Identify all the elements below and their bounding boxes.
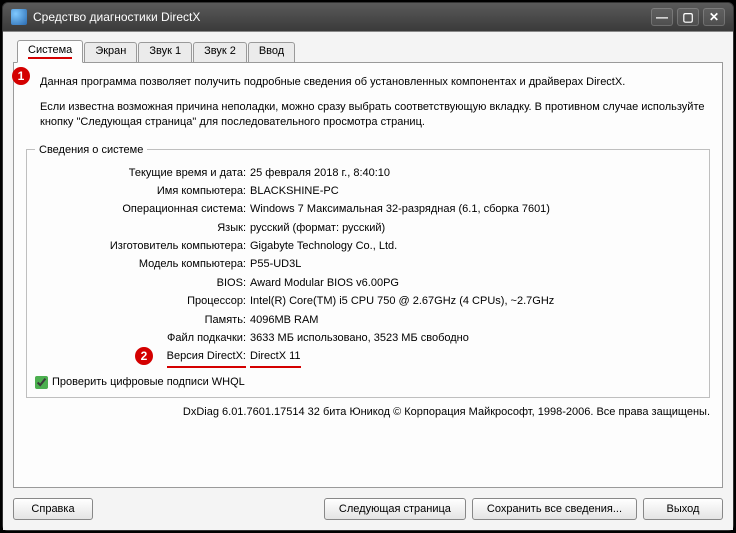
row-os: Операционная система: Windows 7 Максимал… — [35, 202, 701, 217]
intro-text: Данная программа позволяет получить подр… — [26, 75, 710, 140]
exit-button[interactable]: Выход — [643, 498, 723, 520]
close-button[interactable]: ✕ — [703, 8, 725, 26]
label-bios: BIOS: — [35, 276, 250, 291]
system-info-group: Сведения о системе Текущие время и дата:… — [26, 144, 710, 398]
window-buttons: — ▢ ✕ — [651, 8, 725, 26]
value-directx-version: DirectX 11 — [250, 349, 701, 367]
client-area: Система Экран Звук 1 Звук 2 Ввод 1 Данна… — [3, 31, 733, 530]
label-memory: Память: — [35, 313, 250, 328]
maximize-button[interactable]: ▢ — [677, 8, 699, 26]
value-model: P55-UD3L — [250, 257, 701, 272]
value-pagefile: 3633 МБ использовано, 3523 МБ свободно — [250, 331, 701, 346]
label-manufacturer: Изготовитель компьютера: — [35, 239, 250, 254]
value-bios: Award Modular BIOS v6.00PG — [250, 276, 701, 291]
row-pagefile: Файл подкачки: 3633 МБ использовано, 352… — [35, 331, 701, 346]
value-datetime: 25 февраля 2018 г., 8:40:10 — [250, 166, 701, 181]
row-bios: BIOS: Award Modular BIOS v6.00PG — [35, 276, 701, 291]
row-processor: Процессор: Intel(R) Core(TM) i5 CPU 750 … — [35, 294, 701, 309]
value-processor: Intel(R) Core(TM) i5 CPU 750 @ 2.67GHz (… — [250, 294, 701, 309]
intro-paragraph-1: Данная программа позволяет получить подр… — [40, 75, 710, 90]
row-model: Модель компьютера: P55-UD3L — [35, 257, 701, 272]
save-all-button[interactable]: Сохранить все сведения... — [472, 498, 637, 520]
button-spacer — [99, 498, 318, 520]
value-computer-name: BLACKSHINE-PC — [250, 184, 701, 199]
system-info-legend: Сведения о системе — [35, 144, 147, 156]
window-title: Средство диагностики DirectX — [33, 10, 651, 24]
label-model: Модель компьютера: — [35, 257, 250, 272]
titlebar: Средство диагностики DirectX — ▢ ✕ — [3, 3, 733, 31]
row-manufacturer: Изготовитель компьютера: Gigabyte Techno… — [35, 239, 701, 254]
tab-input[interactable]: Ввод — [248, 42, 295, 63]
whql-check-row: Проверить цифровые подписи WHQL — [35, 376, 701, 389]
label-pagefile: Файл подкачки: — [35, 331, 250, 346]
label-processor: Процессор: — [35, 294, 250, 309]
tab-content: 1 Данная программа позволяет получить по… — [13, 62, 723, 488]
dxdiag-window: Средство диагностики DirectX — ▢ ✕ Систе… — [2, 2, 734, 531]
whql-label[interactable]: Проверить цифровые подписи WHQL — [52, 376, 245, 388]
value-os: Windows 7 Максимальная 32-разрядная (6.1… — [250, 202, 701, 217]
next-page-button[interactable]: Следующая страница — [324, 498, 466, 520]
value-memory: 4096MB RAM — [250, 313, 701, 328]
tab-row: Система Экран Звук 1 Звук 2 Ввод — [13, 40, 723, 63]
footer-copyright: DxDiag 6.01.7601.17514 32 бита Юникод © … — [26, 406, 710, 418]
tab-system[interactable]: Система — [17, 40, 83, 63]
row-memory: Память: 4096MB RAM — [35, 313, 701, 328]
tab-sound2[interactable]: Звук 2 — [193, 42, 247, 63]
row-directx-version: 2 Версия DirectX: DirectX 11 — [35, 349, 701, 367]
label-computer-name: Имя компьютера: — [35, 184, 250, 199]
row-datetime: Текущие время и дата: 25 февраля 2018 г.… — [35, 166, 701, 181]
whql-checkbox[interactable] — [35, 376, 48, 389]
label-language: Язык: — [35, 221, 250, 236]
row-language: Язык: русский (формат: русский) — [35, 221, 701, 236]
label-os: Операционная система: — [35, 202, 250, 217]
intro-paragraph-2: Если известна возможная причина неполадк… — [40, 100, 710, 130]
tab-sound1[interactable]: Звук 1 — [138, 42, 192, 63]
tab-display[interactable]: Экран — [84, 42, 137, 63]
value-language: русский (формат: русский) — [250, 221, 701, 236]
label-datetime: Текущие время и дата: — [35, 166, 250, 181]
app-icon — [11, 9, 27, 25]
button-bar: Справка Следующая страница Сохранить все… — [13, 488, 723, 520]
help-button[interactable]: Справка — [13, 498, 93, 520]
annotation-1-marker: 1 — [12, 67, 30, 85]
minimize-button[interactable]: — — [651, 8, 673, 26]
value-manufacturer: Gigabyte Technology Co., Ltd. — [250, 239, 701, 254]
row-computer-name: Имя компьютера: BLACKSHINE-PC — [35, 184, 701, 199]
